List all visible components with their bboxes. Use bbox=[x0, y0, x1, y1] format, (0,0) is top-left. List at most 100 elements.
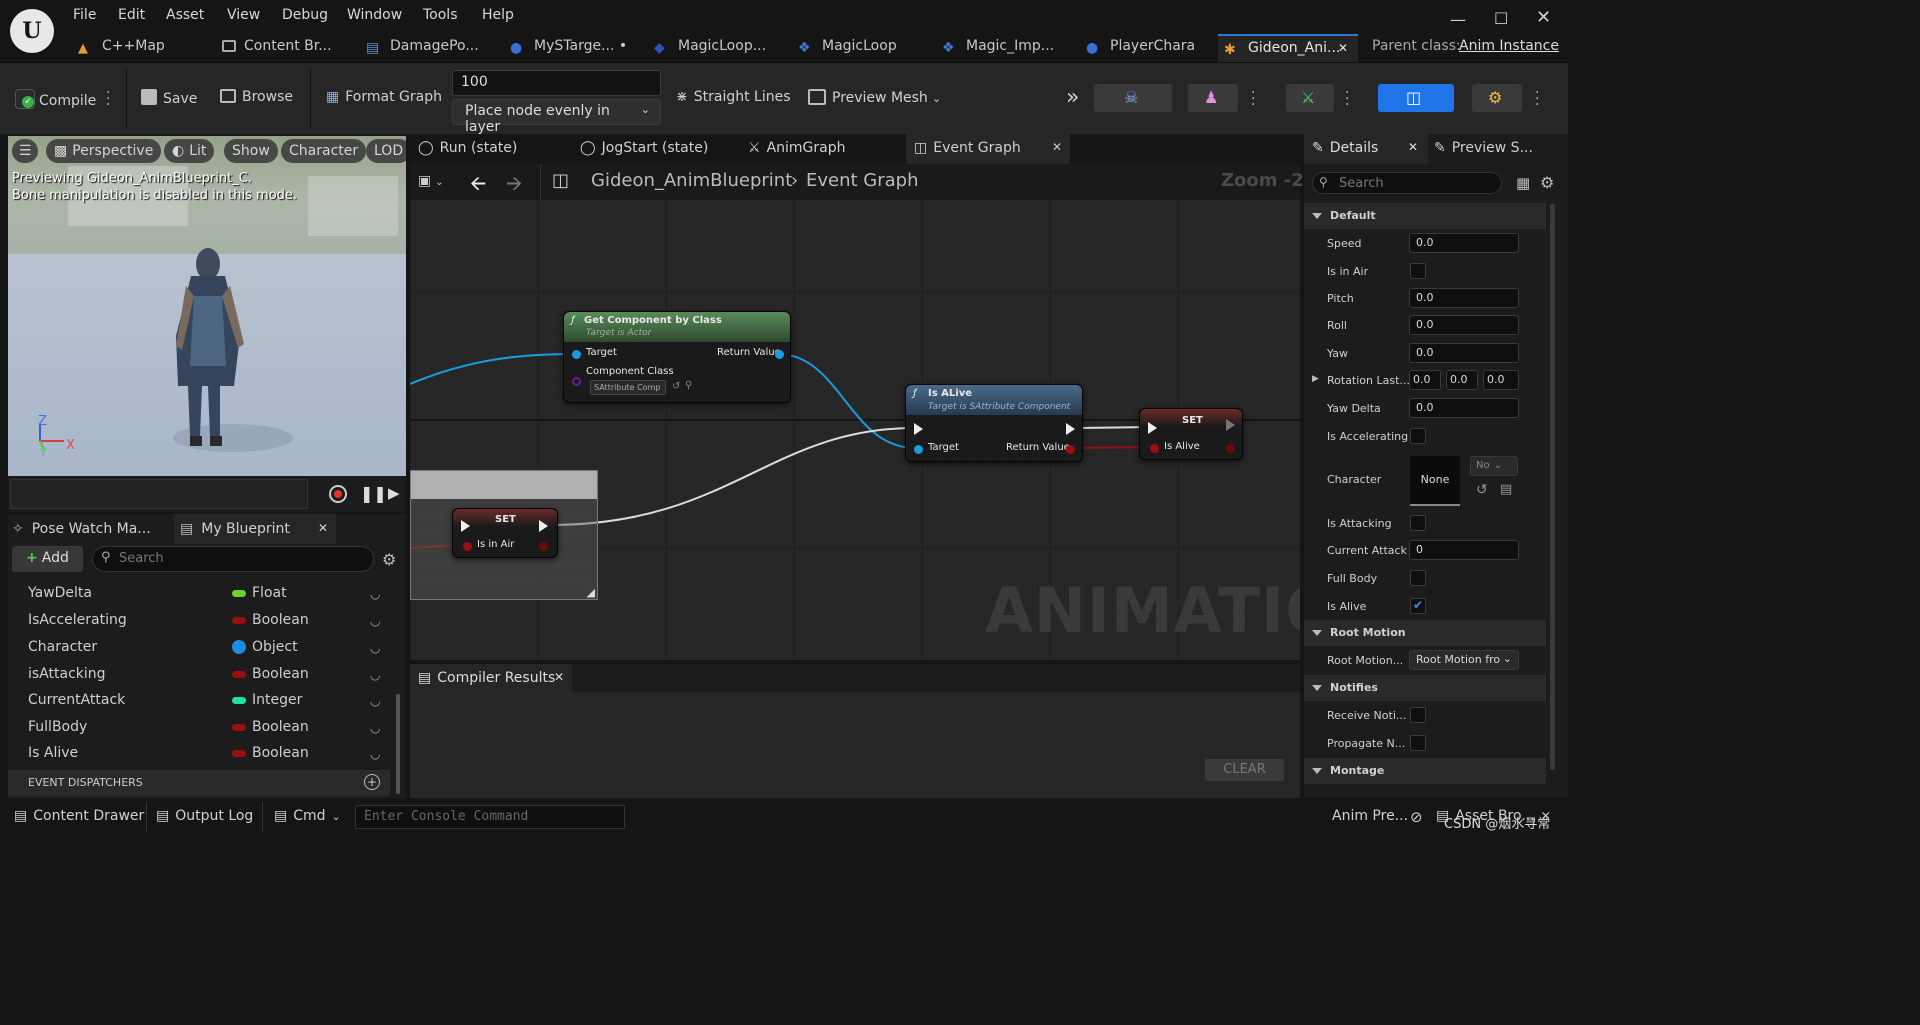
close-tab-icon[interactable]: ✕ bbox=[1408, 140, 1418, 154]
tab-run-state[interactable]: ◯ Run (state) bbox=[418, 140, 517, 156]
straight-lines-button[interactable]: ⋇ Straight Lines bbox=[676, 89, 791, 105]
details-scrollbar[interactable] bbox=[1550, 204, 1555, 770]
doc-tab-magicloop-1[interactable]: ◆ MagicLoop... bbox=[648, 34, 788, 62]
tab-event-graph[interactable]: ◫ Event Graph ✕ bbox=[906, 134, 1070, 164]
eye-closed-icon[interactable]: ◡ bbox=[370, 694, 380, 708]
yaw-input[interactable]: 0.0 bbox=[1409, 343, 1519, 363]
doc-tab-magicloop-2[interactable]: ❖ MagicLoop bbox=[792, 34, 930, 62]
exec-out-pin[interactable] bbox=[1066, 423, 1075, 435]
menu-help[interactable]: Help bbox=[482, 7, 514, 23]
is-attacking-checkbox[interactable] bbox=[1410, 515, 1426, 531]
section-notifies[interactable]: Notifies bbox=[1304, 675, 1546, 701]
is-in-air-checkbox[interactable] bbox=[1410, 263, 1426, 279]
record-icon[interactable] bbox=[329, 485, 347, 503]
mesh-mode-button[interactable]: ♟ bbox=[1188, 84, 1238, 112]
tab-preview-settings[interactable]: ✎ Preview S... bbox=[1434, 140, 1533, 156]
save-button[interactable]: Save bbox=[141, 89, 197, 107]
close-tab-icon[interactable]: ✕ bbox=[554, 670, 564, 684]
roll-input[interactable]: 0.0 bbox=[1409, 315, 1519, 335]
section-default[interactable]: Default bbox=[1304, 203, 1546, 229]
variable-row[interactable]: Character Object ◡ bbox=[8, 634, 398, 661]
tab-jogstart-state[interactable]: ◯ JogStart (state) bbox=[580, 140, 708, 156]
doc-tab-mystarget[interactable]: ● MySTarge... • bbox=[504, 34, 642, 62]
menu-edit[interactable]: Edit bbox=[118, 7, 145, 23]
minimize-icon[interactable]: — bbox=[1450, 10, 1466, 29]
menu-tools[interactable]: Tools bbox=[423, 7, 458, 23]
use-selected-icon[interactable]: ↺ bbox=[672, 381, 680, 392]
tab-my-blueprint[interactable]: ▤ My Blueprint ✕ bbox=[174, 514, 336, 544]
node-set-is-in-air[interactable]: SET Is in Air bbox=[452, 508, 558, 558]
eye-closed-icon[interactable]: ◡ bbox=[370, 721, 380, 735]
eye-closed-icon[interactable]: ◡ bbox=[370, 747, 380, 761]
yaw-delta-input[interactable]: 0.0 bbox=[1409, 398, 1519, 418]
compile-button[interactable]: ✓ Compile bbox=[15, 89, 96, 109]
tab-pose-watch[interactable]: ✧ Pose Watch Ma... bbox=[12, 521, 151, 537]
back-arrow-icon[interactable]: 🡨 bbox=[470, 169, 486, 203]
eye-closed-icon[interactable]: ◡ bbox=[370, 668, 380, 682]
variable-row[interactable]: FullBody Boolean ◡ bbox=[8, 714, 398, 741]
variable-row[interactable]: YawDelta Float ◡ bbox=[8, 580, 398, 607]
exec-in-pin[interactable] bbox=[1148, 422, 1157, 434]
preview-mesh-button[interactable]: Preview Mesh ⌄ bbox=[808, 89, 941, 106]
tab-animgraph[interactable]: ⚔ AnimGraph bbox=[748, 140, 845, 156]
spacing-input[interactable]: 100 bbox=[452, 70, 661, 96]
expand-toolbar-icon[interactable]: » bbox=[1066, 85, 1079, 110]
exec-out-pin[interactable] bbox=[1226, 419, 1235, 431]
close-window-icon[interactable]: ✕ bbox=[1536, 7, 1551, 28]
output-pin[interactable] bbox=[539, 542, 548, 551]
pitch-input[interactable]: 0.0 bbox=[1409, 288, 1519, 308]
doc-tab-magic-imp[interactable]: ❖ Magic_Imp... bbox=[936, 34, 1076, 62]
close-tab-icon[interactable]: ✕ bbox=[1052, 140, 1062, 154]
console-command-input[interactable]: Enter Console Command bbox=[355, 805, 625, 829]
exec-in-pin[interactable] bbox=[461, 520, 470, 532]
browse-asset-icon[interactable]: ▤ bbox=[1500, 482, 1512, 497]
is-alive-checkbox[interactable]: ✔ bbox=[1410, 598, 1426, 614]
settings-gear-icon[interactable]: ⚙ bbox=[382, 550, 396, 569]
rotation-x-input[interactable]: 0.0 bbox=[1409, 370, 1441, 390]
doc-tab-gideon-anim[interactable]: ✱ Gideon_Ani... ✕ bbox=[1218, 34, 1358, 62]
receive-notifies-checkbox[interactable] bbox=[1410, 707, 1426, 723]
expand-arrow-icon[interactable]: ▶ bbox=[1312, 374, 1319, 384]
doc-tab-content-browser[interactable]: Content Br... bbox=[216, 34, 350, 62]
maximize-icon[interactable]: □ bbox=[1494, 8, 1508, 26]
variable-row[interactable]: IsAccelerating Boolean ◡ bbox=[8, 607, 398, 634]
character-button[interactable]: Character bbox=[281, 139, 367, 163]
doc-tab-playerchara[interactable]: ● PlayerChara bbox=[1080, 34, 1212, 62]
variable-row[interactable]: Is Alive Boolean ◡ bbox=[8, 740, 398, 767]
variable-row[interactable]: isAttacking Boolean ◡ bbox=[8, 661, 398, 688]
exec-in-pin[interactable] bbox=[914, 423, 923, 435]
speed-input[interactable]: 0.0 bbox=[1409, 233, 1519, 253]
animation-options-icon[interactable]: · · · bbox=[1345, 86, 1349, 112]
target-pin[interactable] bbox=[572, 350, 581, 359]
details-search-input[interactable]: ⚲ Search bbox=[1312, 172, 1502, 194]
close-tab-icon[interactable]: ✕ bbox=[1338, 36, 1348, 60]
section-root-motion[interactable]: Root Motion bbox=[1304, 620, 1546, 646]
node-set-is-alive[interactable]: SET Is Alive bbox=[1139, 408, 1243, 460]
breadcrumb-blueprint[interactable]: Gideon_AnimBlueprint bbox=[591, 170, 792, 191]
format-graph-button[interactable]: ▦ Format Graph bbox=[326, 89, 442, 105]
full-body-checkbox[interactable] bbox=[1410, 570, 1426, 586]
preview-viewport[interactable]: Z X Y ☰ ▩ Perspective ◐ Lit Show Character… bbox=[8, 136, 406, 476]
component-class-dropdown[interactable]: SAttribute Comp bbox=[590, 380, 666, 395]
timeline-scrubber[interactable] bbox=[10, 479, 308, 509]
cmd-dropdown[interactable]: ▤ Cmd ⌄ bbox=[274, 808, 341, 824]
character-thumbnail[interactable]: None bbox=[1410, 456, 1460, 506]
content-drawer-button[interactable]: ▤ Content Drawer bbox=[14, 808, 144, 824]
menu-window[interactable]: Window bbox=[347, 7, 402, 23]
skeleton-mode-button[interactable]: ☠ bbox=[1094, 84, 1172, 112]
layer-placement-dropdown[interactable]: Place node evenly in layer ⌄ bbox=[452, 99, 661, 135]
bookmark-icon[interactable]: ▣ ⌄ bbox=[418, 173, 444, 189]
tab-details[interactable]: ✎ Details ✕ bbox=[1304, 134, 1428, 164]
perspective-button[interactable]: ▩ Perspective bbox=[46, 139, 162, 163]
parent-class-link[interactable]: Anim Instance bbox=[1459, 38, 1559, 54]
is-alive-pin[interactable] bbox=[1150, 444, 1159, 453]
no-entry-icon[interactable]: ⊘ bbox=[1410, 808, 1423, 826]
step-forward-icon[interactable]: ▶ bbox=[388, 484, 400, 502]
character-asset-dropdown[interactable]: No ⌄ bbox=[1470, 456, 1518, 476]
menu-debug[interactable]: Debug bbox=[282, 7, 328, 23]
component-class-pin[interactable] bbox=[572, 377, 581, 386]
lit-button[interactable]: ◐ Lit bbox=[164, 139, 215, 163]
is-in-air-pin[interactable] bbox=[463, 542, 472, 551]
event-dispatchers-section[interactable]: EVENT DISPATCHERS + bbox=[8, 770, 390, 796]
unreal-logo-icon[interactable]: U bbox=[10, 9, 54, 53]
